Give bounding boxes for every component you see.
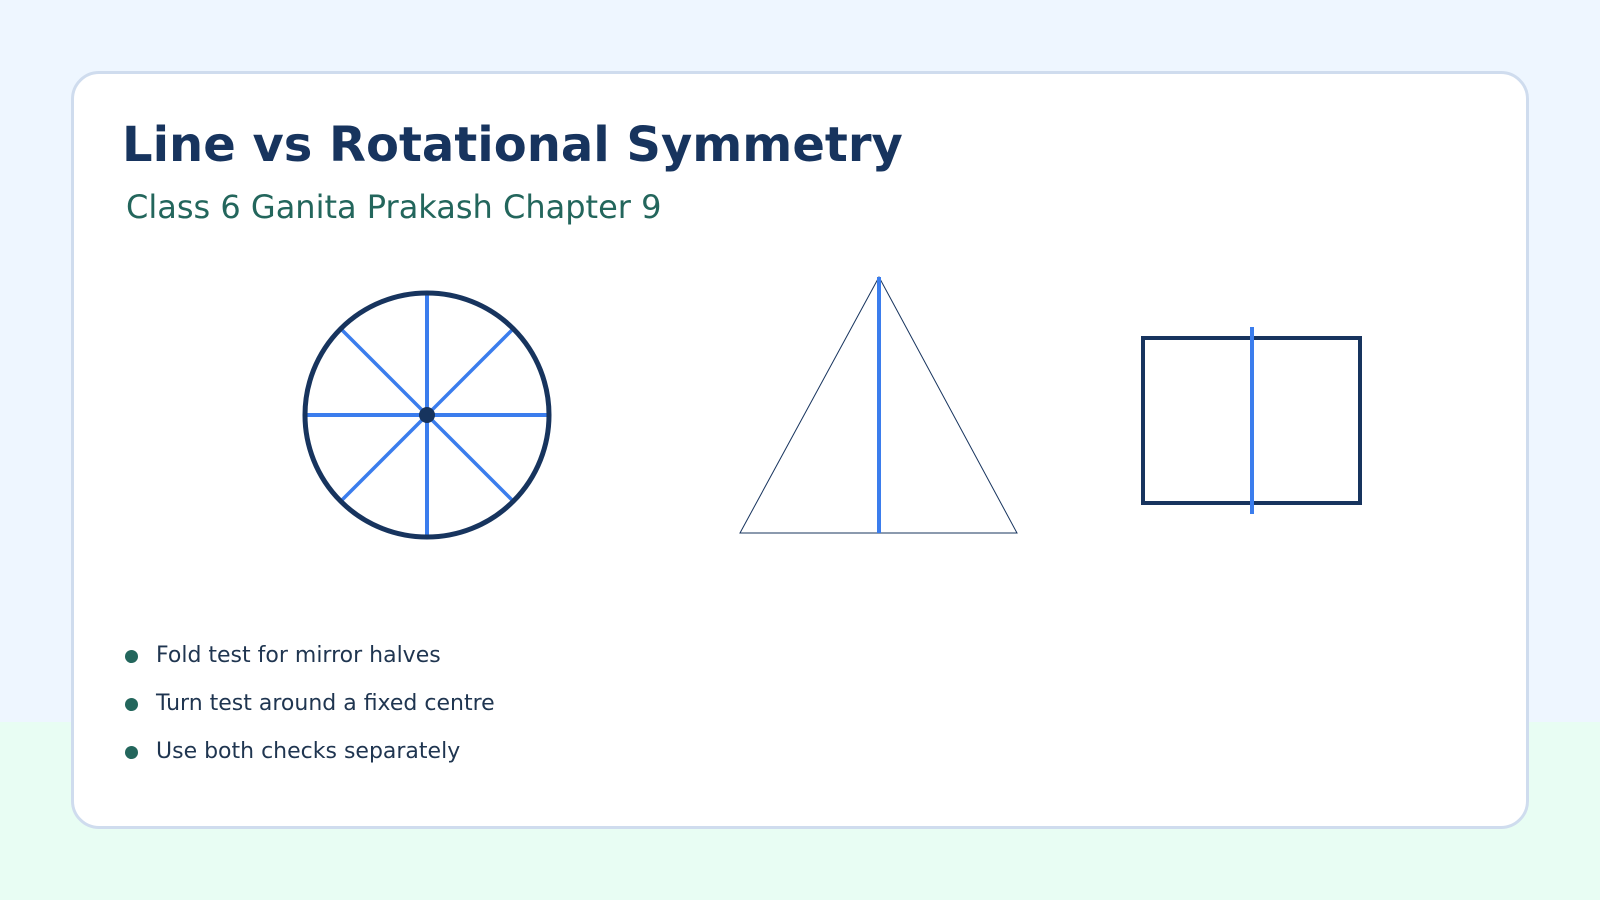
- bullet-text: Fold test for mirror halves: [156, 643, 441, 668]
- rectangle-figure: [1141, 327, 1362, 514]
- bullet-dot-icon: [125, 650, 138, 663]
- list-item: Fold test for mirror halves: [122, 636, 495, 684]
- bullet-text: Turn test around a fixed centre: [156, 691, 495, 716]
- circle-centre-point: [419, 407, 435, 423]
- triangle-figure: [739, 275, 1018, 534]
- bullet-dot-icon: [125, 746, 138, 759]
- lesson-card: Line vs Rotational Symmetry Class 6 Gani…: [71, 71, 1529, 829]
- bullet-dot-icon: [125, 698, 138, 711]
- circle-figure: [302, 290, 552, 540]
- bullet-text: Use both checks separately: [156, 739, 461, 764]
- bullet-list: Fold test for mirror halves Turn test ar…: [122, 636, 495, 780]
- list-item: Turn test around a fixed centre: [122, 684, 495, 732]
- list-item: Use both checks separately: [122, 732, 495, 780]
